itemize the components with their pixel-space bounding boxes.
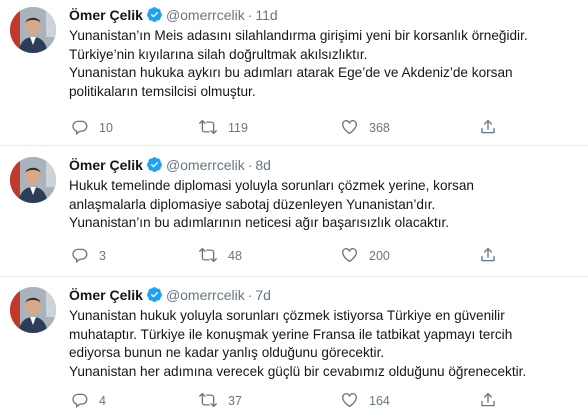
- share-icon: [481, 392, 495, 407]
- reply-button[interactable]: 4: [71, 391, 106, 409]
- reply-count: 4: [99, 394, 106, 408]
- verified-badge-icon: [146, 6, 163, 27]
- tweet-actions: 10 119 368: [71, 118, 501, 136]
- tweet-1[interactable]: Ömer Çelik @omerrcelik · 11d Yunanistan’ın …: [0, 0, 588, 145]
- like-count: 164: [369, 394, 390, 408]
- reply-icon: [72, 393, 88, 409]
- share-button[interactable]: [479, 391, 507, 409]
- reply-button[interactable]: 10: [71, 118, 113, 136]
- avatar-image: [10, 157, 56, 203]
- tweet-text-line: politikaların temsilcisi olmuştur.: [69, 83, 256, 99]
- avatar-image: [10, 287, 56, 333]
- like-count: 368: [369, 121, 390, 135]
- heart-icon: [342, 120, 357, 135]
- author-handle[interactable]: @omerrcelik: [166, 7, 245, 23]
- tweet-header: Ömer Çelik @omerrcelik · 8d: [69, 156, 580, 174]
- verified-badge-icon: [146, 156, 163, 177]
- tweet-3[interactable]: Ömer Çelik @omerrcelik · 7d Yunanistan huku…: [0, 276, 588, 419]
- heart-icon: [342, 248, 357, 263]
- author-name[interactable]: Ömer Çelik: [69, 287, 143, 303]
- share-button[interactable]: [479, 246, 507, 264]
- reply-icon: [72, 120, 88, 136]
- reply-count: 10: [99, 121, 113, 135]
- tweet-2[interactable]: Ömer Çelik @omerrcelik · 8d Hukuk temelinde…: [0, 145, 588, 276]
- tweet-actions: 3 48 200: [71, 246, 501, 264]
- retweet-button[interactable]: 37: [198, 391, 242, 409]
- share-icon: [481, 247, 495, 262]
- separator-dot: ·: [247, 7, 253, 23]
- tweet-text-line: Yunanistan’ın Meis adasını silahlandırma…: [69, 28, 528, 43]
- like-button[interactable]: 368: [340, 118, 390, 136]
- tweet-timestamp[interactable]: 7d: [255, 287, 271, 303]
- tweet-header: Ömer Çelik @omerrcelik · 7d: [69, 286, 580, 304]
- tweet-text: Hukuk temelinde diplomasi yoluyla sorunl…: [69, 177, 580, 233]
- separator-dot: ·: [247, 287, 253, 303]
- retweet-count: 37: [228, 394, 242, 408]
- retweet-count: 119: [228, 121, 248, 135]
- tweet-body: Ömer Çelik @omerrcelik · 11d Yunanistan’ın …: [69, 6, 580, 101]
- avatar[interactable]: [10, 7, 56, 53]
- author-handle[interactable]: @omerrcelik: [166, 157, 245, 173]
- reply-count: 3: [99, 249, 106, 263]
- tweet-text-line: ediyorsa bunun ne kadar yanlış olduğunu …: [69, 345, 385, 361]
- author-handle[interactable]: @omerrcelik: [166, 287, 245, 303]
- tweet-text-line: Türkiye’nin kıyılarına silah doğrultmak …: [69, 46, 368, 62]
- avatar[interactable]: [10, 287, 56, 333]
- tweet-text-line: anlaşmalarla diplomasiye sabotaj düzenle…: [69, 196, 436, 212]
- reply-icon: [72, 248, 88, 264]
- separator-dot: ·: [247, 157, 253, 173]
- like-button[interactable]: 164: [340, 391, 390, 409]
- tweet-body: Ömer Çelik @omerrcelik · 7d Yunanistan huku…: [69, 286, 580, 381]
- retweet-icon: [199, 392, 217, 408]
- author-name[interactable]: Ömer Çelik: [69, 7, 143, 23]
- tweet-text-line: Yunanistan hukuk yoluyla sorunları çözme…: [69, 308, 505, 323]
- tweet-text-line: Yunanistan hukuka aykırı bu adımları ata…: [69, 65, 513, 81]
- retweet-button[interactable]: 48: [198, 246, 242, 264]
- share-icon: [481, 119, 495, 134]
- tweet-text: Yunanistan’ın Meis adasını silahlandırma…: [69, 27, 580, 101]
- tweet-text-line: Yunanistan’ın bu adımlarının neticesi ağ…: [69, 215, 450, 231]
- author-name[interactable]: Ömer Çelik: [69, 157, 143, 173]
- avatar-image: [10, 7, 56, 53]
- tweet-timestamp[interactable]: 11d: [255, 7, 277, 23]
- retweet-icon: [199, 119, 217, 135]
- tweet-text-line: Yunanistan her adımına verecek güçlü bir…: [69, 363, 527, 379]
- tweet-timeline: Ömer Çelik @omerrcelik · 11d Yunanistan’ın …: [0, 0, 588, 419]
- avatar[interactable]: [10, 157, 56, 203]
- share-button[interactable]: [479, 118, 507, 136]
- tweet-text: Yunanistan hukuk yoluyla sorunları çözme…: [69, 307, 580, 381]
- tweet-text-line: Hukuk temelinde diplomasi yoluyla sorunl…: [69, 178, 474, 193]
- heart-icon: [342, 393, 357, 408]
- tweet-body: Ömer Çelik @omerrcelik · 8d Hukuk temelinde…: [69, 156, 580, 233]
- reply-button[interactable]: 3: [71, 246, 106, 264]
- tweet-timestamp[interactable]: 8d: [255, 157, 271, 173]
- verified-badge-icon: [146, 286, 163, 307]
- tweet-text-line: muhataptır. Türkiye ile konuşmak yerine …: [69, 326, 513, 342]
- like-button[interactable]: 200: [340, 246, 390, 264]
- retweet-count: 48: [228, 249, 242, 263]
- like-count: 200: [369, 249, 390, 263]
- tweet-actions: 4 37 164: [71, 391, 501, 409]
- retweet-icon: [199, 247, 217, 263]
- tweet-header: Ömer Çelik @omerrcelik · 11d: [69, 6, 580, 24]
- retweet-button[interactable]: 119: [198, 118, 248, 136]
